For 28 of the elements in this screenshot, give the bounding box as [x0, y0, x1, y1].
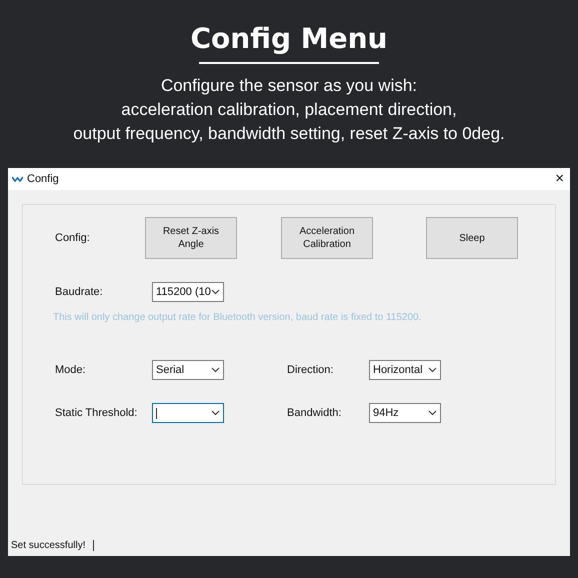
field-label: Mode: [55, 362, 87, 378]
subtitle-line: acceleration calibration, placement direction, [120, 99, 458, 121]
field-label: Config: [55, 230, 91, 246]
dropdown-field[interactable]: 94Hz [369, 403, 441, 423]
chevron-down-icon [211, 410, 220, 416]
action-button[interactable]: Acceleration Calibration [281, 217, 373, 259]
action-button[interactable]: Reset Z-axis Angle [145, 217, 237, 259]
subtitle-line: output frequency, bandwidth setting, reset Z-axis to 0deg. [72, 123, 506, 145]
field-label: Static Threshold: [55, 406, 138, 421]
window-title: Config [27, 172, 59, 187]
app-logo-icon [12, 176, 23, 182]
chevron-down-icon [428, 410, 437, 416]
subtitle-line: Configure the sensor as you wish: [160, 75, 418, 97]
field-label: Direction: [287, 362, 334, 378]
chevron-down-icon [211, 367, 220, 373]
dropdown-field[interactable]: 115200 (10 [152, 282, 224, 302]
chevron-down-icon [211, 289, 220, 295]
close-button[interactable]: × [555, 168, 564, 190]
page-title: Config Menu [190, 22, 388, 56]
help-text: This will only change output rate for Bluetooth version, baud rate is fixed to 115200. [53, 311, 422, 325]
dropdown-field[interactable]: Horizontal [369, 360, 441, 380]
status-text: Set successfully! [11, 538, 86, 552]
field-label: Baudrate: [55, 284, 104, 300]
dropdown-field[interactable] [152, 403, 224, 423]
dropdown-field[interactable]: Serial [152, 360, 224, 380]
field-label: Bandwidth: [287, 406, 342, 421]
action-button[interactable]: Sleep [426, 217, 518, 259]
chevron-down-icon [428, 367, 437, 373]
